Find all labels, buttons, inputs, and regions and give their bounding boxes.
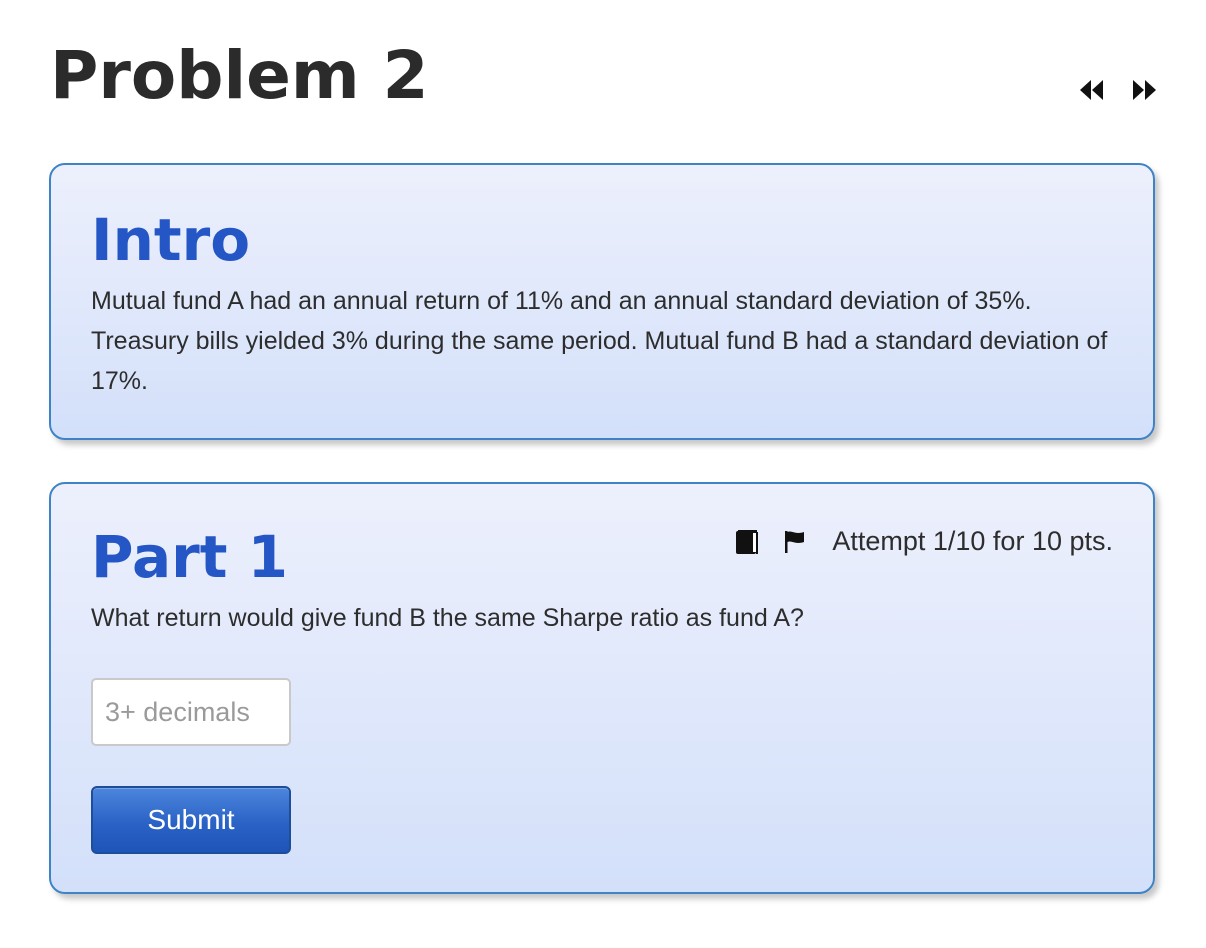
page-title: Problem 2 — [50, 37, 429, 114]
next-problem-button[interactable] — [1130, 76, 1158, 104]
part-1-card: Part 1 Attempt 1/10 for 10 pts. What ret… — [49, 482, 1155, 894]
double-chevron-right-icon — [1133, 80, 1156, 100]
submit-button[interactable]: Submit — [91, 786, 291, 854]
intro-card: Intro Mutual fund A had an annual return… — [49, 163, 1155, 440]
attempt-status: Attempt 1/10 for 10 pts. — [832, 526, 1113, 556]
problem-navigation — [1078, 76, 1158, 104]
part-1-heading: Part 1 — [91, 523, 288, 591]
previous-problem-button[interactable] — [1078, 76, 1106, 104]
answer-input[interactable] — [91, 678, 291, 746]
book-icon[interactable] — [734, 527, 760, 557]
intro-heading: Intro — [91, 206, 251, 274]
flag-icon[interactable] — [782, 527, 808, 557]
intro-text: Mutual fund A had an annual return of 11… — [91, 287, 1108, 395]
page: Problem 2 Intro Mutual fund A had an ann… — [0, 0, 1206, 948]
part-1-meta: Attempt 1/10 for 10 pts. — [734, 526, 1113, 557]
double-chevron-left-icon — [1080, 80, 1103, 100]
question-text: What return would give fund B the same S… — [91, 604, 804, 632]
